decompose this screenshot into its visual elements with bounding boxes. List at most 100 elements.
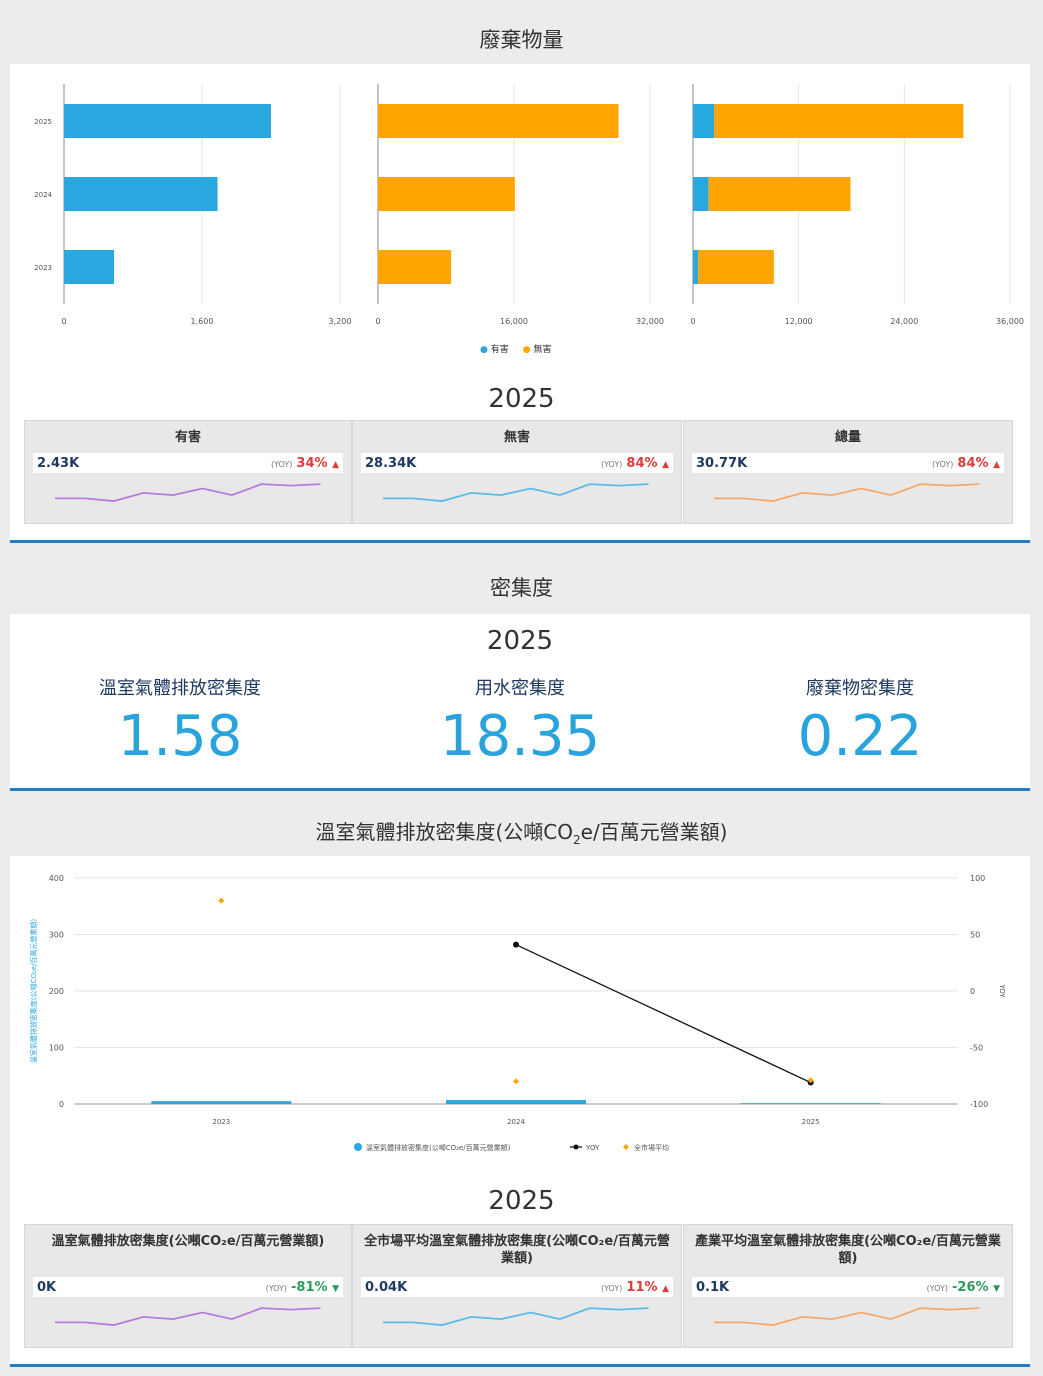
kpi-sparkline: [55, 1307, 321, 1326]
kpi-title: 溫室氣體排放密集度(公噸CO₂e/百萬元營業額): [51, 1234, 325, 1249]
kpi-yoy: (YOY) 11% ▲: [601, 1280, 669, 1295]
kpi-sparkline: [383, 483, 649, 502]
y-tick-label: 0: [59, 1100, 64, 1109]
kpi-sparkline: [55, 483, 321, 502]
metric-waste-value: 0.22: [797, 704, 923, 769]
ghg-kpi-year: 2025: [488, 1186, 555, 1216]
y2-tick-label: 100: [970, 874, 985, 883]
sparkline-path: [383, 1307, 649, 1326]
kpi-yoy-value: 84%: [957, 455, 989, 471]
legend-marker-yoy-dot: [573, 1144, 579, 1150]
x-tick-label: 0: [61, 317, 66, 326]
kpi-sparkline: [714, 1307, 980, 1326]
kpi-yoy-label: (YOY): [270, 459, 293, 469]
waste-kpi-year: 2025: [488, 384, 555, 414]
x-tick-label: 24,000: [890, 317, 918, 326]
kpi-yoy-value: 84%: [626, 455, 658, 471]
y2-tick-label: 0: [970, 987, 975, 996]
kpi-value: 0.04K: [365, 1279, 408, 1295]
y-tick-label: 300: [49, 931, 64, 940]
metric-ghg-value: 1.58: [117, 704, 243, 769]
intensity-year: 2025: [486, 626, 554, 656]
bar-hazardous-stacked: [693, 250, 699, 284]
kpi-title: 無害: [503, 430, 530, 445]
bar-non-hazardous-stacked: [698, 250, 774, 284]
market-average-point: [513, 1078, 519, 1085]
kpi-yoy-value: -81%: [291, 1279, 328, 1295]
kpi-yoy: (YOY) 84% ▲: [932, 456, 1000, 471]
bar-ghg-intensity: [446, 1100, 586, 1104]
kpi-value-row: 0.04K (YOY) 11% ▲: [361, 1277, 673, 1297]
metric-ghg-label: 溫室氣體排放密集度: [99, 678, 261, 699]
yoy-point: [513, 941, 519, 948]
y-tick-label: 2023: [34, 264, 52, 272]
legend-hazardous[interactable]: ● 有害: [480, 342, 509, 355]
kpi-card[interactable]: 全市場平均溫室氣體排放密集度(公噸CO₂e/百萬元營業額) 0.04K (YOY) 1…: [352, 1224, 682, 1348]
bar-non-hazardous-stacked: [708, 177, 851, 211]
bar-non-hazardous-stacked: [714, 104, 964, 138]
kpi-title: 全市場平均溫室氣體排放密集度(公噸CO₂e/百萬元營業額): [364, 1234, 670, 1266]
kpi-card[interactable]: 總量 30.77K (YOY) 84% ▲: [683, 420, 1013, 524]
kpi-value: 30.77K: [696, 455, 748, 471]
sparkline-path: [55, 1307, 321, 1326]
waste-section-title: 廢棄物量: [479, 28, 564, 52]
market-average-point: [218, 897, 225, 904]
legend-non-hazardous-label: 無害: [533, 345, 552, 355]
y-tick-label: 400: [49, 874, 64, 883]
x-tick-label: 36,000: [996, 317, 1024, 326]
ghg-title-pre: 溫室氣體排放密集度(公噸CO: [315, 820, 573, 844]
metric-ghg-intensity: 溫室氣體排放密集度 1.58: [10, 674, 350, 769]
legend-non-hazardous[interactable]: ● 無害: [523, 342, 552, 355]
sparkline-path: [714, 483, 980, 502]
kpi-trend-arrow-icon: ▼: [332, 1283, 339, 1294]
kpi-yoy-value: -26%: [952, 1279, 989, 1295]
y2-tick-label: -100: [970, 1100, 988, 1109]
kpi-yoy-label: (YOY): [265, 1283, 288, 1293]
kpi-card[interactable]: 溫室氣體排放密集度(公噸CO₂e/百萬元營業額) 0K (YOY) -81% ▼: [24, 1224, 352, 1348]
sparkline-path: [383, 483, 649, 502]
metric-water-value: 18.35: [439, 704, 601, 769]
kpi-value-row: 30.77K (YOY) 84% ▲: [692, 453, 1004, 473]
x-tick-label: 32,000: [636, 317, 664, 326]
kpi-value: 0K: [37, 1279, 57, 1295]
y2-axis-title: YOY: [998, 983, 1006, 998]
kpi-trend-arrow-icon: ▲: [993, 459, 1000, 470]
bar-ghg-intensity: [151, 1101, 292, 1104]
legend-hazardous-label: 有害: [490, 345, 509, 355]
kpi-card[interactable]: 無害 28.34K (YOY) 84% ▲: [352, 420, 682, 524]
bar-hazardous: [64, 177, 218, 211]
y-tick-label: 2025: [34, 118, 52, 126]
intensity-section-title: 密集度: [490, 576, 553, 600]
kpi-yoy: (YOY) 84% ▲: [601, 456, 669, 471]
metric-waste-label: 廢棄物密集度: [806, 678, 914, 699]
y2-tick-label: 50: [970, 931, 980, 940]
x-tick-label: 2024: [507, 1118, 525, 1126]
ghg-divider: [10, 1364, 1030, 1367]
yoy-line: [515, 944, 811, 1084]
kpi-sparkline: [383, 1307, 649, 1326]
y2-tick-label: -50: [970, 1044, 983, 1053]
kpi-card[interactable]: 產業平均溫室氣體排放密集度(公噸CO₂e/百萬元營業額) 0.1K (YOY) -26…: [683, 1224, 1013, 1348]
metric-waste-intensity: 廢棄物密集度 0.22: [690, 674, 1030, 769]
kpi-value-row: 2.43K (YOY) 34% ▲: [33, 453, 343, 473]
kpi-value: 0.1K: [696, 1279, 730, 1295]
y-tick-label: 200: [49, 987, 64, 996]
kpi-yoy-label: (YOY): [926, 1283, 949, 1293]
y-tick-label: 100: [49, 1044, 64, 1053]
kpi-title: 產業平均溫室氣體排放密集度(公噸CO₂e/百萬元營業額): [695, 1234, 1001, 1266]
x-tick-label: 2025: [802, 1118, 820, 1126]
y-tick-label: 2024: [34, 191, 52, 199]
x-tick-label: 1,600: [191, 317, 214, 326]
legend-label-market: 全市場平均: [634, 1143, 669, 1152]
sparkline-path: [714, 1307, 980, 1326]
kpi-value: 28.34K: [365, 455, 417, 471]
y-axis-title: 溫室氣體排放密集度(公噸CO₂e/百萬元營業額): [29, 919, 38, 1064]
kpi-trend-arrow-icon: ▲: [662, 459, 669, 470]
metric-water-intensity: 用水密集度 18.35: [350, 674, 690, 769]
kpi-card[interactable]: 有害 2.43K (YOY) 34% ▲: [24, 420, 352, 524]
bar-hazardous: [64, 250, 115, 284]
kpi-title: 總量: [834, 430, 861, 445]
kpi-yoy: (YOY) -81% ▼: [266, 1280, 339, 1295]
ghg-section-title: 溫室氣體排放密集度(公噸CO2e/百萬元營業額): [0, 816, 1043, 847]
kpi-sparkline: [714, 483, 980, 502]
